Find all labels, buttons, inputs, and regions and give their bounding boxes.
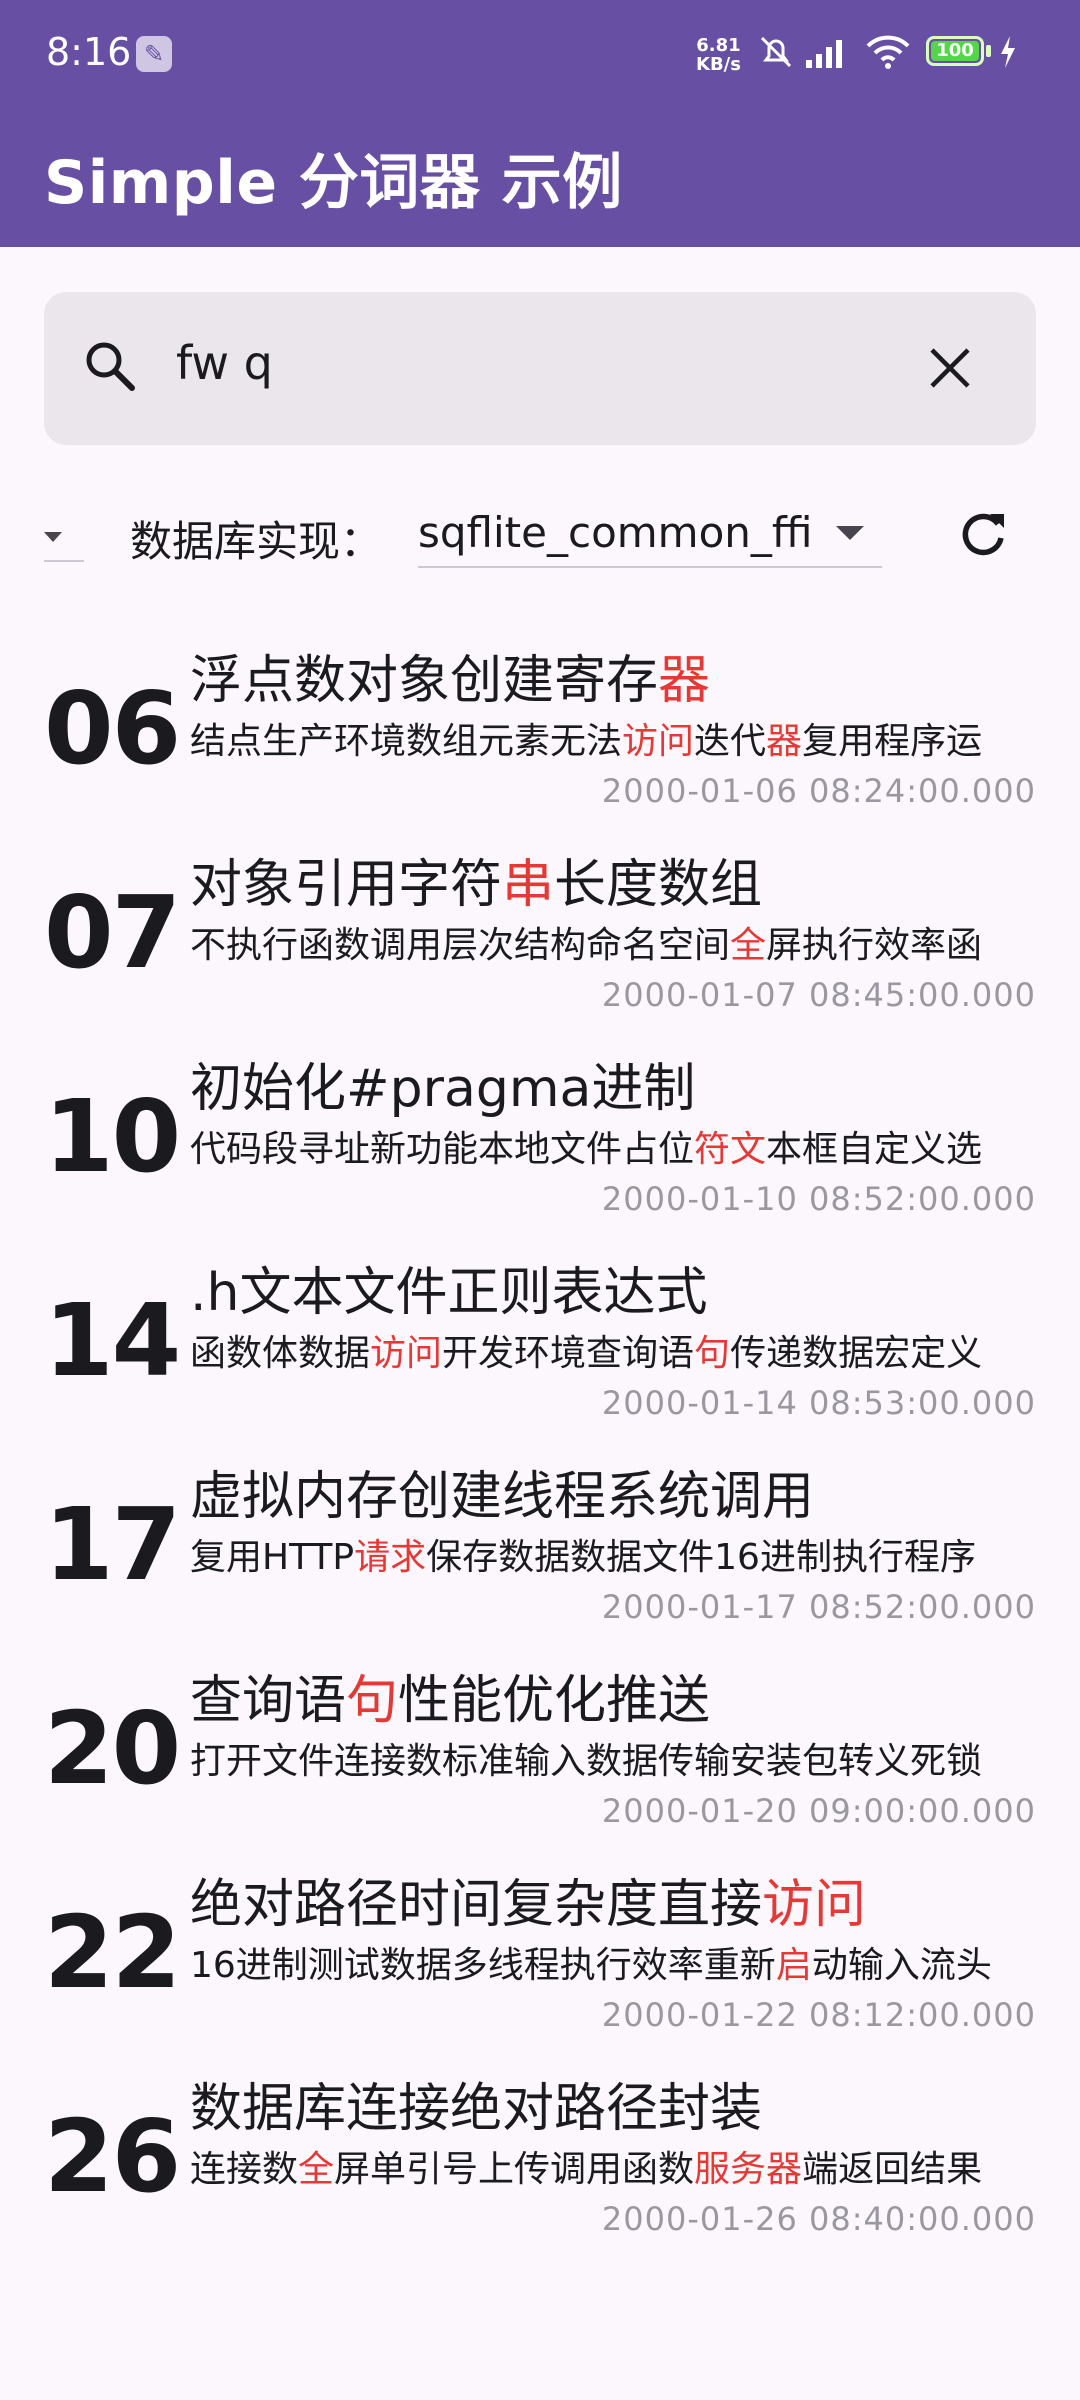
- net-speed-value: 6.81: [696, 35, 741, 56]
- list-item[interactable]: 20 查询语句性能优化推送 打开文件连接数标准输入数据传输安装包转义死锁 200…: [0, 1640, 1080, 1844]
- signal-icon: [806, 40, 842, 68]
- mode-dropdown[interactable]: [44, 520, 84, 562]
- db-label: 数据库实现：: [130, 517, 383, 566]
- status-bar: 8:16 ✎ 6.81 KB/s 100: [0, 0, 1080, 110]
- item-day: 06: [44, 670, 181, 787]
- item-title: 绝对路径时间复杂度直接访问: [190, 1875, 867, 1935]
- battery-level: 100: [936, 40, 974, 61]
- db-select-value: sqflite_common_ffi: [418, 508, 813, 557]
- item-day: 22: [44, 1894, 181, 2011]
- item-title: 浮点数对象创建寄存器: [190, 651, 711, 711]
- item-desc: 连接数全屏单引号上传调用函数服务器端返回结果: [190, 2149, 983, 2190]
- item-title: .h文本文件正则表达式: [190, 1263, 708, 1323]
- list-item[interactable]: 17 虚拟内存创建线程系统调用 复用HTTP请求保存数据数据文件16进制执行程序…: [0, 1436, 1080, 1640]
- item-day: 17: [44, 1486, 181, 1603]
- item-title: 初始化#pragma进制: [190, 1059, 696, 1119]
- search-bar[interactable]: [44, 292, 1036, 445]
- controls-row: 数据库实现： sqflite_common_ffi: [0, 490, 1080, 580]
- item-title: 虚拟内存创建线程系统调用: [190, 1467, 815, 1527]
- refresh-icon[interactable]: [954, 506, 1012, 564]
- item-timestamp: 2000-01-10 08:52:00.000: [601, 1180, 1036, 1218]
- wifi-icon: [866, 35, 910, 69]
- item-desc: 函数体数据访问开发环境查询语句传递数据宏定义: [190, 1333, 983, 1374]
- mute-bell-icon: [760, 36, 792, 68]
- clear-icon[interactable]: [924, 342, 976, 394]
- net-speed-unit: KB/s: [696, 54, 741, 75]
- search-input[interactable]: [176, 336, 876, 390]
- item-timestamp: 2000-01-26 08:40:00.000: [601, 2200, 1036, 2238]
- chevron-down-icon: [44, 532, 62, 542]
- item-desc: 打开文件连接数标准输入数据传输安装包转义死锁: [190, 1741, 983, 1782]
- item-timestamp: 2000-01-17 08:52:00.000: [601, 1588, 1036, 1626]
- item-desc: 结点生产环境数组元素无法访问迭代器复用程序运: [190, 721, 983, 762]
- item-day: 20: [44, 1690, 181, 1807]
- item-timestamp: 2000-01-20 09:00:00.000: [601, 1792, 1036, 1830]
- list-item[interactable]: 07 对象引用字符串长度数组 不执行函数调用层次结构命名空间全屏执行效率函 20…: [0, 824, 1080, 1028]
- item-desc: 16进制测试数据多线程执行效率重新启动输入流头: [190, 1945, 992, 1986]
- list-item[interactable]: 14 .h文本文件正则表达式 函数体数据访问开发环境查询语句传递数据宏定义 20…: [0, 1232, 1080, 1436]
- item-day: 14: [44, 1282, 181, 1399]
- item-timestamp: 2000-01-06 08:24:00.000: [601, 772, 1036, 810]
- net-speed: 6.81 KB/s: [696, 36, 741, 74]
- db-select[interactable]: sqflite_common_ffi: [418, 500, 882, 568]
- battery-icon: 100: [926, 36, 984, 66]
- item-day: 07: [44, 874, 181, 991]
- item-timestamp: 2000-01-07 08:45:00.000: [601, 976, 1036, 1014]
- list-item[interactable]: 10 初始化#pragma进制 代码段寻址新功能本地文件占位符文本框自定义选 2…: [0, 1028, 1080, 1232]
- app-title: Simple 分词器 示例: [44, 148, 623, 218]
- item-title: 数据库连接绝对路径封装: [190, 2079, 763, 2139]
- item-day: 10: [44, 1078, 181, 1195]
- item-timestamp: 2000-01-22 08:12:00.000: [601, 1996, 1036, 2034]
- item-timestamp: 2000-01-14 08:53:00.000: [601, 1384, 1036, 1422]
- item-desc: 不执行函数调用层次结构命名空间全屏执行效率函: [190, 925, 983, 966]
- item-desc: 复用HTTP请求保存数据数据文件16进制执行程序: [190, 1537, 976, 1578]
- chevron-down-icon: [836, 526, 864, 540]
- item-title: 查询语句性能优化推送: [190, 1671, 711, 1731]
- status-time: 8:16: [46, 30, 132, 74]
- list-item[interactable]: 22 绝对路径时间复杂度直接访问 16进制测试数据多线程执行效率重新启动输入流头…: [0, 1844, 1080, 2048]
- charging-bolt-icon: [1001, 36, 1015, 68]
- list-item[interactable]: 06 浮点数对象创建寄存器 结点生产环境数组元素无法访问迭代器复用程序运 200…: [0, 620, 1080, 824]
- wrench-icon: ✎: [136, 36, 172, 72]
- item-title: 对象引用字符串长度数组: [190, 855, 763, 915]
- list-item[interactable]: 26 数据库连接绝对路径封装 连接数全屏单引号上传调用函数服务器端返回结果 20…: [0, 2048, 1080, 2252]
- app-bar: 8:16 ✎ 6.81 KB/s 100 Simple 分词器 示例: [0, 0, 1080, 247]
- item-desc: 代码段寻址新功能本地文件占位符文本框自定义选: [190, 1129, 983, 1170]
- search-icon: [86, 342, 135, 391]
- item-day: 26: [44, 2098, 181, 2215]
- battery-cap: [986, 45, 991, 57]
